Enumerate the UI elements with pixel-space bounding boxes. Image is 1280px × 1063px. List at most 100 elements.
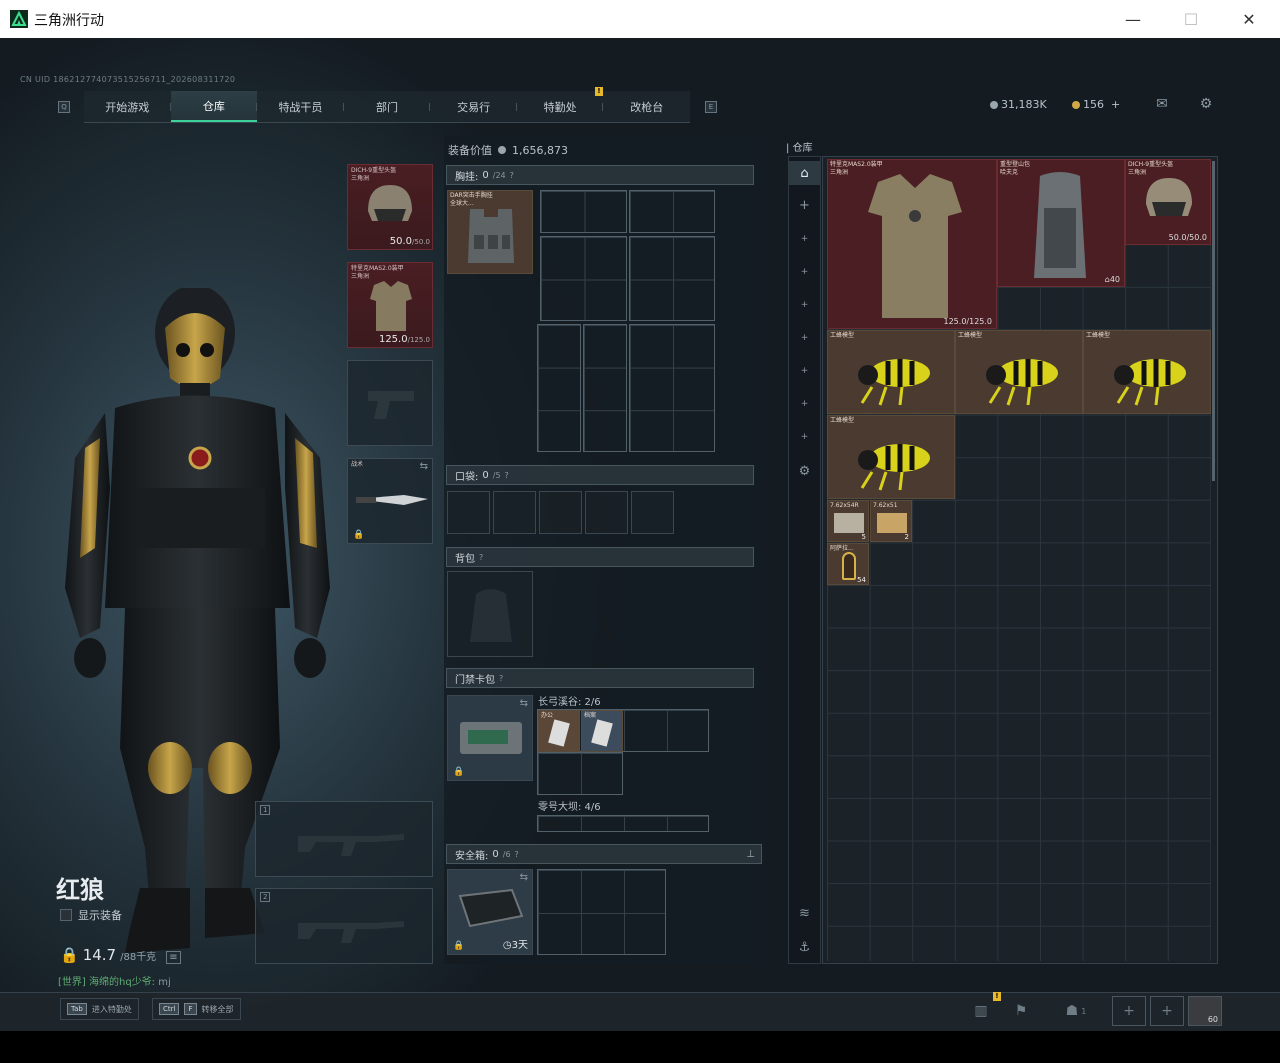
help-icon[interactable]: ? (510, 171, 514, 180)
pin-icon[interactable]: ⊥ (746, 849, 755, 860)
storage-item-armor[interactable]: 特里克MAS2.0装甲 三角洲 125.0/125.0 (827, 159, 997, 329)
pockets-label: 口袋: (455, 471, 479, 483)
storage-add-page-icon[interactable]: + (789, 227, 820, 251)
pocket-slot[interactable] (447, 491, 490, 534)
storage-add-page-icon[interactable]: + (789, 359, 820, 383)
storage-item-backpack[interactable]: 重型登山包 哈夫克 ⌂40 (997, 159, 1125, 287)
storage-item-ammo[interactable]: 7.62x51 2 (870, 500, 912, 542)
storage-item-artifact[interactable]: 阿萨拉... 54 (827, 543, 869, 585)
tab-gunsmith[interactable]: 改枪台 (603, 91, 690, 122)
clock-icon: ◷ (502, 940, 512, 951)
minimize-button[interactable]: — (1104, 0, 1162, 38)
rig-pouch-grid[interactable] (537, 324, 581, 452)
prev-tab-key[interactable]: Q (58, 101, 70, 113)
swap-icon[interactable]: ⇆ (420, 461, 428, 472)
help-icon[interactable]: ? (505, 471, 509, 480)
rig-pouch-grid[interactable] (629, 236, 715, 321)
storage-scrollbar[interactable] (1212, 161, 1215, 481)
storage-add-page-icon[interactable]: + (789, 260, 820, 284)
storage-item-bee-model[interactable]: 工蜂模型 (827, 330, 955, 414)
tab-department[interactable]: 部门 (344, 91, 431, 122)
tab-keycap: Tab (67, 1003, 87, 1015)
item-durability: 50.0/50.0 (1168, 233, 1207, 242)
storage-add-page-icon[interactable]: + (789, 193, 820, 217)
backpack-slot[interactable] (447, 571, 533, 657)
card-icon (548, 719, 570, 747)
rig-pouch-grid[interactable] (540, 236, 627, 321)
knife-icon (356, 495, 428, 505)
tab-start-game[interactable]: 开始游戏 (84, 91, 171, 122)
tab-operators[interactable]: 特战干员 (257, 91, 344, 122)
rig-pouch-grid[interactable] (583, 324, 627, 452)
helmet-slot[interactable]: DICH-9重型头盔 三角洲 50.0/50.0 (347, 164, 433, 250)
show-equipment-checkbox[interactable] (60, 909, 72, 921)
close-button[interactable]: ✕ (1220, 0, 1278, 38)
mail-icon[interactable]: ✉ (1153, 96, 1171, 112)
next-tab-key[interactable]: E (705, 101, 717, 113)
storage-add-page-icon[interactable]: + (789, 425, 820, 449)
layers-icon[interactable]: ≋ (789, 901, 820, 925)
help-icon[interactable]: ? (515, 850, 519, 859)
enter-special-ops-button[interactable]: Tab 进入特勤处 (60, 998, 139, 1020)
weight-detail-icon[interactable]: ≡ (166, 951, 181, 964)
keycard-item[interactable]: 档案 (581, 710, 623, 752)
body-armor-icon (868, 174, 962, 318)
flag-icon[interactable]: ⚑ (1004, 996, 1038, 1026)
storage-item-bee-model[interactable]: 工蜂模型 (827, 415, 955, 499)
coupon-icon (498, 146, 506, 154)
add-premium-button[interactable]: + (1111, 98, 1120, 111)
rig-pouch-grid[interactable] (629, 190, 715, 233)
storage-item-bee-model[interactable]: 工蜂模型 (955, 330, 1083, 414)
transfer-all-button[interactable]: Ctrl F 转移全部 (152, 998, 241, 1020)
rig-pouch-grid[interactable] (629, 324, 715, 452)
storage-page-main-icon[interactable]: ⌂ (789, 161, 820, 185)
keycard-case-slot[interactable]: ⇆ 🔒 (447, 695, 533, 781)
help-icon[interactable]: ? (499, 674, 503, 683)
tab-special-ops[interactable]: 特勤处 (517, 91, 604, 122)
storage-settings-gear-icon[interactable]: ⚙ (789, 459, 820, 483)
safe-box-grid[interactable] (537, 869, 666, 955)
player-avatar[interactable]: 60 (1188, 996, 1222, 1026)
world-chat-line[interactable]: [世界] 海绵的hq少爷: mj (58, 973, 171, 988)
sort-icon[interactable]: ⚓ (789, 935, 820, 959)
chest-rig-item[interactable]: DAR突击手胸挂 全球大... (447, 190, 533, 274)
show-equipment-toggle[interactable]: 显示装备 (60, 907, 122, 923)
bee-model-icon (1114, 359, 1186, 406)
invite-slot-button[interactable]: + (1150, 996, 1184, 1026)
invite-slot-button[interactable]: + (1112, 996, 1146, 1026)
keycard-grid-longbow[interactable] (537, 752, 623, 795)
chest-rig-label: 胸挂: (455, 171, 479, 183)
tab-warehouse[interactable]: 仓库 (170, 91, 258, 122)
pistol-slot[interactable] (347, 360, 433, 446)
keycard-grid-dam[interactable] (537, 815, 709, 832)
armor-slot[interactable]: 特里克MAS2.0装甲 三角洲 125.0/125.0 (347, 262, 433, 348)
backpack-icon (1034, 172, 1086, 278)
swap-icon[interactable]: ⇆ (520, 872, 528, 883)
settings-gear-icon[interactable]: ⚙ (1197, 96, 1215, 112)
melee-slot[interactable]: 战术 ⇆ 🔒 (347, 458, 433, 544)
chat-message: mj (158, 977, 171, 988)
storage-item-helmet[interactable]: DICH-9重型头盔 三角洲 50.0/50.0 (1125, 159, 1211, 245)
storage-item-bee-model[interactable]: 工蜂模型 (1083, 330, 1211, 414)
pocket-slot[interactable] (539, 491, 582, 534)
primary-weapon-slot[interactable]: 1 (255, 801, 433, 877)
help-icon[interactable]: ? (479, 553, 483, 562)
storage-add-page-icon[interactable]: + (789, 392, 820, 416)
storage-item-ammo[interactable]: 7.62x54R 5 (827, 500, 869, 542)
secondary-weapon-slot[interactable]: 2 (255, 888, 433, 964)
pocket-slot[interactable] (493, 491, 536, 534)
storage-add-page-icon[interactable]: + (789, 326, 820, 350)
keycard-item[interactable]: 办公 (538, 710, 580, 752)
weight-lock-icon: 🔒 (60, 946, 79, 964)
helmet-durability: 50.0/50.0 (389, 236, 430, 247)
pocket-slot[interactable] (631, 491, 674, 534)
storage-add-page-icon[interactable]: + (789, 293, 820, 317)
rig-pouch-grid[interactable] (540, 190, 627, 233)
zone-dam-label: 零号大坝: 4/6 (538, 802, 601, 813)
pocket-slot[interactable] (585, 491, 628, 534)
tab-trade[interactable]: 交易行 (430, 91, 517, 122)
maximize-button[interactable]: ☐ (1162, 0, 1220, 38)
swap-icon[interactable]: ⇆ (520, 698, 528, 709)
safe-box-slot[interactable]: ⇆ 🔒 ◷3天 (447, 869, 533, 955)
squad-button[interactable]: ☗ 1 (1056, 996, 1096, 1026)
